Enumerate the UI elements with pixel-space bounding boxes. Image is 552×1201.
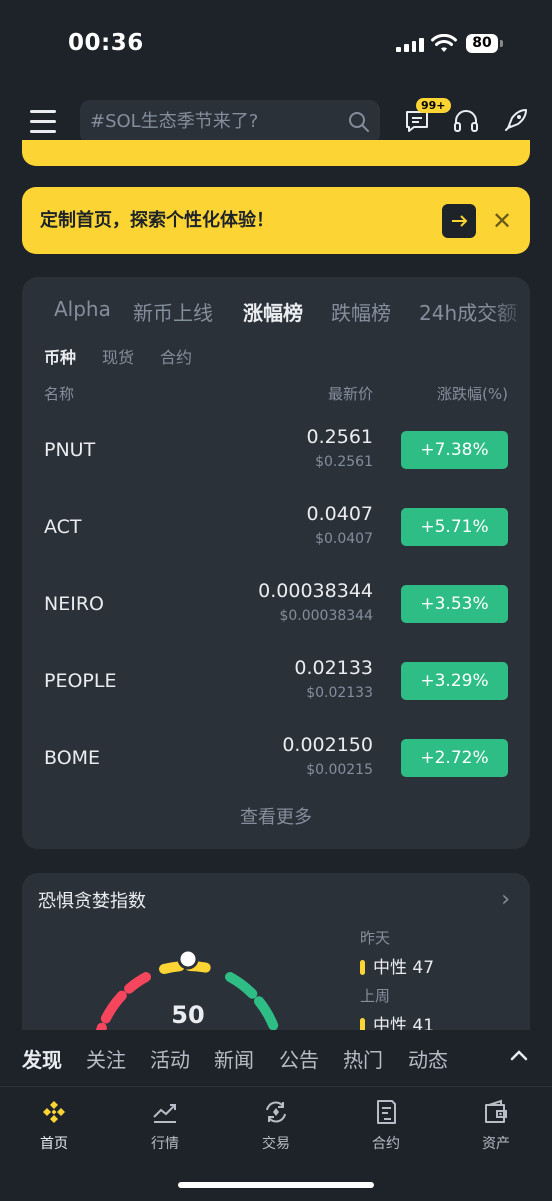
market-row[interactable]: NEIRO 0.00038344 $0.00038344 +3.53% bbox=[22, 573, 530, 635]
row-usd-price: $0.02133 bbox=[306, 685, 373, 701]
customize-banner[interactable]: 定制首页，探索个性化体验！ ✕ bbox=[22, 187, 530, 254]
market-row[interactable]: PEOPLE 0.02133 $0.02133 +3.29% bbox=[22, 650, 530, 712]
tab-feed[interactable]: 动态 bbox=[408, 1044, 448, 1073]
banner-text: 定制首页，探索个性化体验！ bbox=[40, 210, 274, 231]
row-usd-price: $0.0407 bbox=[315, 531, 373, 547]
tabs-fade bbox=[490, 287, 530, 337]
tab-trending[interactable]: 热门 bbox=[343, 1044, 383, 1073]
row-change-badge[interactable]: +3.29% bbox=[401, 662, 508, 700]
yesterday-value: 中性 47 bbox=[360, 953, 434, 978]
home-icon bbox=[43, 1101, 65, 1123]
view-more-link[interactable]: 查看更多 bbox=[22, 803, 530, 829]
nav-label: 行情 bbox=[151, 1136, 179, 1152]
nav-markets[interactable]: 行情 bbox=[125, 1097, 205, 1153]
row-change-badge[interactable]: +5.71% bbox=[401, 508, 508, 546]
market-row[interactable]: PNUT 0.2561 $0.2561 +7.38% bbox=[22, 419, 530, 481]
neutral-indicator bbox=[360, 960, 365, 975]
chevron-right-icon[interactable]: › bbox=[501, 887, 510, 912]
row-price: 0.02133 bbox=[294, 657, 373, 679]
fear-greed-value: 50 bbox=[171, 1001, 205, 1029]
row-price: 0.0407 bbox=[306, 503, 373, 525]
row-usd-price: $0.2561 bbox=[315, 454, 373, 470]
row-change-badge[interactable]: +3.53% bbox=[401, 585, 508, 623]
menu-icon[interactable] bbox=[30, 110, 56, 140]
close-icon[interactable]: ✕ bbox=[492, 207, 512, 235]
search-input[interactable]: #SOL生态季节来了? bbox=[90, 100, 258, 144]
column-price[interactable]: 最新价 bbox=[328, 383, 373, 404]
fear-greed-title: 恐惧贪婪指数 bbox=[38, 891, 146, 912]
tab-news[interactable]: 新闻 bbox=[214, 1044, 254, 1073]
wallet-icon bbox=[485, 1099, 507, 1123]
row-symbol: BOME bbox=[44, 747, 101, 769]
tab-alpha[interactable]: Alpha bbox=[54, 297, 111, 321]
search-bar[interactable]: #SOL生态季节来了? bbox=[80, 100, 380, 144]
tab-new-listing[interactable]: 新币上线 bbox=[133, 297, 213, 326]
row-usd-price: $0.00215 bbox=[306, 762, 373, 778]
headset-icon[interactable] bbox=[452, 108, 480, 134]
row-symbol: NEIRO bbox=[44, 593, 104, 615]
tab-following[interactable]: 关注 bbox=[86, 1044, 126, 1073]
tab-announcements[interactable]: 公告 bbox=[279, 1044, 319, 1073]
tab-losers[interactable]: 跌幅榜 bbox=[331, 297, 391, 326]
wifi-icon bbox=[431, 34, 457, 52]
row-change-badge[interactable]: +7.38% bbox=[401, 431, 508, 469]
yesterday-value-text: 中性 47 bbox=[373, 958, 435, 978]
futures-icon bbox=[377, 1100, 396, 1124]
message-badge: 99+ bbox=[416, 98, 451, 113]
row-usd-price: $0.00038344 bbox=[279, 608, 373, 624]
market-row[interactable]: ACT 0.0407 $0.0407 +5.71% bbox=[22, 496, 530, 558]
row-price: 0.2561 bbox=[306, 426, 373, 448]
battery-tip bbox=[500, 40, 503, 47]
row-symbol: PEOPLE bbox=[44, 670, 117, 692]
column-change[interactable]: 涨跌幅(%) bbox=[437, 383, 508, 404]
subtab-spot[interactable]: 现货 bbox=[102, 344, 134, 368]
row-price: 0.002150 bbox=[282, 734, 373, 756]
nav-label: 合约 bbox=[372, 1136, 400, 1152]
row-symbol: ACT bbox=[44, 516, 82, 538]
arrow-right-icon bbox=[452, 215, 468, 227]
rocket-icon[interactable] bbox=[502, 106, 530, 134]
tab-activities[interactable]: 活动 bbox=[150, 1044, 190, 1073]
gauge-pointer bbox=[177, 948, 199, 970]
banner-go-button[interactable] bbox=[442, 204, 476, 238]
nav-label: 资产 bbox=[482, 1136, 510, 1152]
column-name: 名称 bbox=[44, 385, 75, 403]
nav-futures[interactable]: 合约 bbox=[346, 1097, 426, 1153]
promo-strip[interactable] bbox=[22, 140, 530, 166]
nav-trade[interactable]: 交易 bbox=[236, 1097, 316, 1153]
tab-gainers[interactable]: 涨幅榜 bbox=[243, 297, 303, 326]
nav-assets[interactable]: 资产 bbox=[456, 1097, 536, 1153]
subtab-futures[interactable]: 合约 bbox=[160, 344, 192, 368]
chevron-up-icon[interactable] bbox=[510, 1048, 528, 1062]
row-symbol: PNUT bbox=[44, 439, 96, 461]
yesterday-label: 昨天 bbox=[360, 929, 391, 947]
home-indicator[interactable] bbox=[178, 1182, 374, 1188]
status-time: 00:36 bbox=[68, 30, 144, 56]
discover-tabs: 发现 关注 活动 新闻 公告 热门 动态 bbox=[0, 1030, 552, 1086]
subtab-coin[interactable]: 币种 bbox=[44, 344, 76, 368]
market-row[interactable]: BOME 0.002150 $0.00215 +2.72% bbox=[22, 727, 530, 789]
battery-indicator: 80 bbox=[466, 34, 498, 53]
cellular-signal-icon bbox=[396, 38, 424, 52]
nav-home[interactable]: 首页 bbox=[14, 1097, 94, 1153]
row-price: 0.00038344 bbox=[258, 580, 373, 602]
nav-label: 首页 bbox=[40, 1136, 68, 1152]
nav-label: 交易 bbox=[262, 1136, 290, 1152]
row-change-badge[interactable]: +2.72% bbox=[401, 739, 508, 777]
trade-icon bbox=[266, 1101, 286, 1123]
last-week-label: 上周 bbox=[360, 987, 391, 1005]
tab-discover[interactable]: 发现 bbox=[22, 1044, 62, 1073]
market-ranking-card: Alpha 新币上线 涨幅榜 跌幅榜 24h成交额 币种 现货 合约 名称 最新… bbox=[22, 277, 530, 849]
markets-icon bbox=[153, 1104, 176, 1123]
search-icon[interactable] bbox=[348, 111, 370, 133]
